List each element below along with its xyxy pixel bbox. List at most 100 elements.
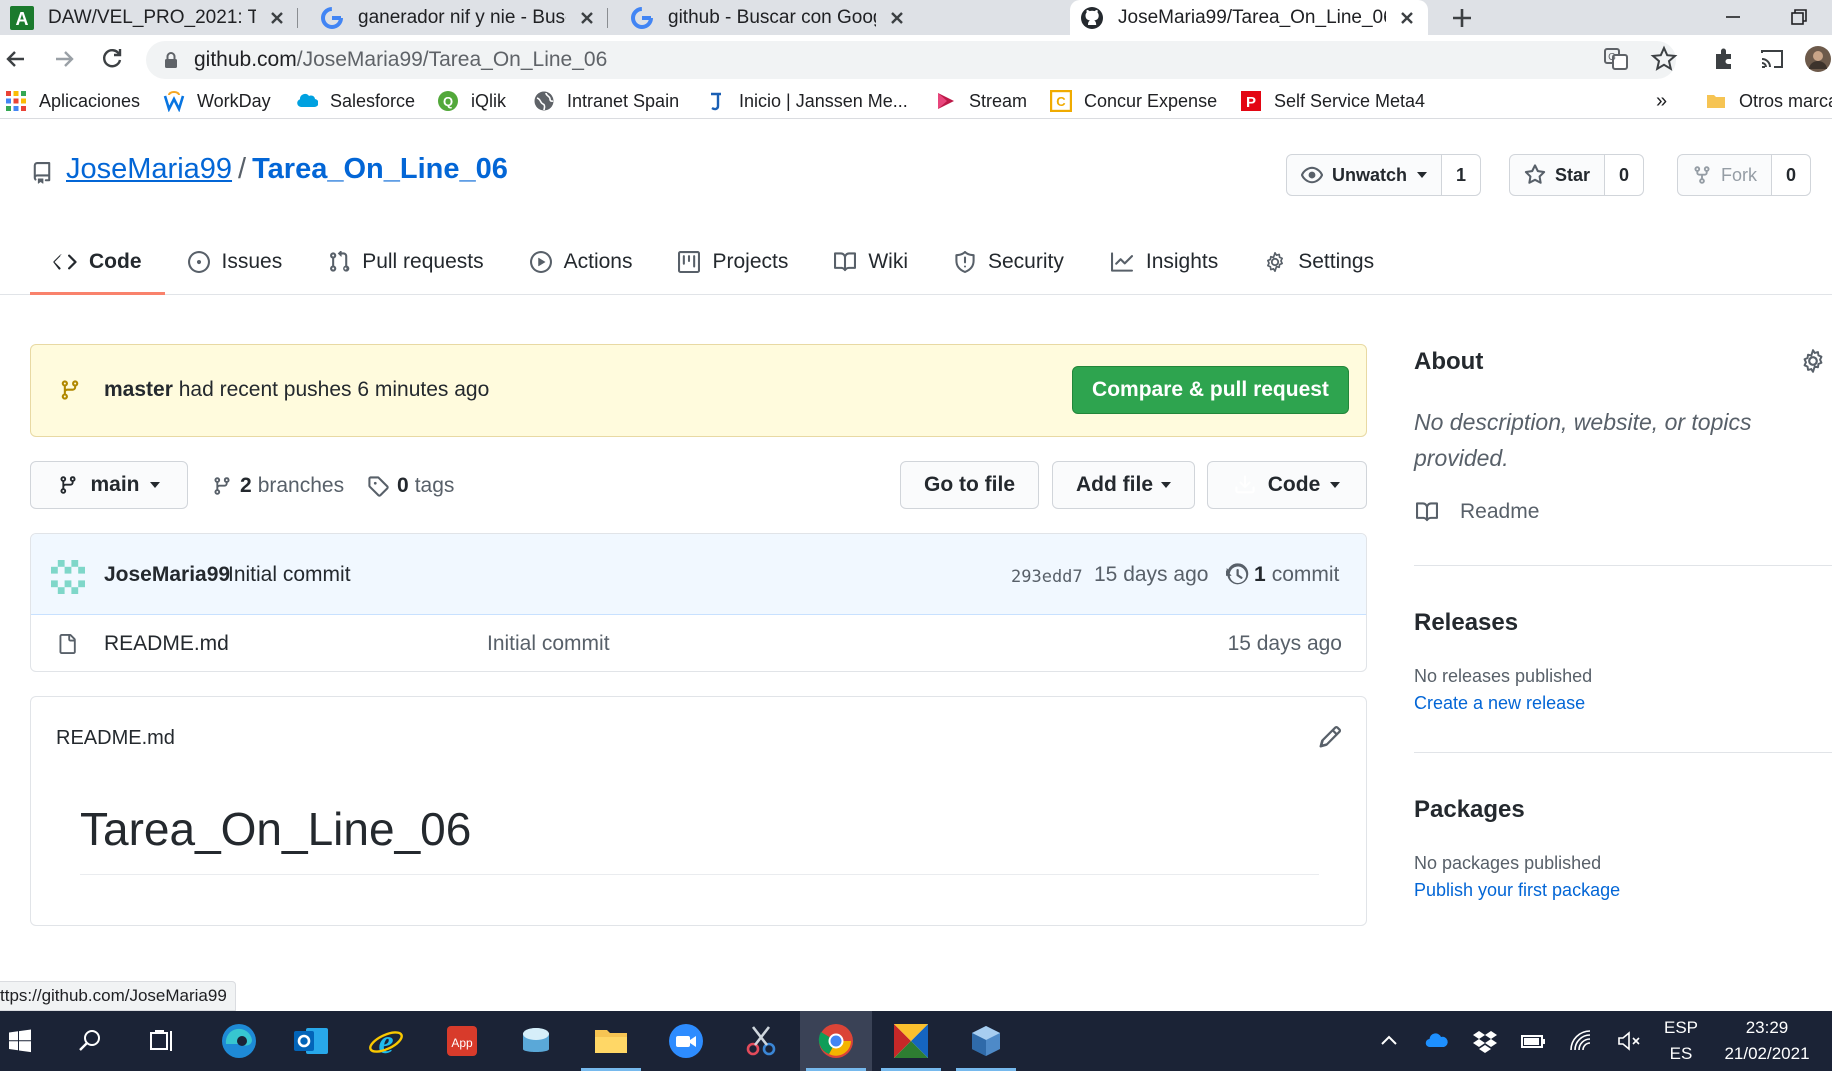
go-to-file-button[interactable]: Go to file [900,461,1039,509]
taskbar-snipping[interactable] [725,1011,797,1071]
address-bar[interactable]: github.com/JoseMaria99/Tarea_On_Line_06 [146,41,1676,79]
translate-icon[interactable]: G [1602,45,1630,73]
readme-sidebar-link[interactable]: Readme [1414,500,1539,524]
bookmark-salesforce[interactable]: Salesforce [296,87,415,115]
profile-avatar-icon[interactable] [1804,45,1832,73]
extensions-puzzle-icon[interactable] [1710,45,1738,73]
bookmark-workday[interactable]: WorkDay [163,87,271,115]
tab-actions[interactable]: Actions [507,230,656,294]
clock-time[interactable]: 23:29 [1712,1018,1822,1038]
onedrive-cloud-icon[interactable] [1424,1028,1450,1054]
input-language-bottom[interactable]: ES [1664,1044,1698,1064]
fork-button[interactable]: Fork [1678,155,1771,195]
new-tab-icon[interactable] [1448,4,1476,32]
repo-owner-link[interactable]: JoseMaria99 [66,153,232,185]
create-release-link[interactable]: Create a new release [1414,693,1585,714]
commit-sha-link[interactable]: 293edd7 [1011,567,1083,587]
lock-icon[interactable] [162,51,180,69]
commit-message-link[interactable]: Initial commit [228,563,351,587]
taskbar-mosaic-app[interactable] [875,1011,947,1071]
taskbar-edge[interactable] [203,1011,275,1071]
file-commit-message-link[interactable]: Initial commit [487,632,610,656]
repo-icon [33,162,51,184]
tab-wiki[interactable]: Wiki [811,230,931,294]
taskbar-virtualbox[interactable] [950,1011,1022,1071]
bookmarks-overflow-button[interactable]: » [1656,87,1667,115]
close-tab-icon[interactable] [1396,7,1418,29]
tab-settings[interactable]: Settings [1241,230,1397,294]
taskbar-zoom[interactable] [650,1011,722,1071]
taskbar-search[interactable] [54,1011,126,1071]
packages-heading[interactable]: Packages [1414,796,1525,824]
unwatch-button[interactable]: Unwatch [1287,155,1441,195]
repo-name-link[interactable]: Tarea_On_Line_06 [252,153,508,185]
restore-window-icon[interactable] [1786,4,1812,30]
tab-security[interactable]: Security [931,230,1087,294]
avatar[interactable] [51,560,85,594]
pencil-icon[interactable] [1318,725,1342,749]
bookmark-meta4[interactable]: P Self Service Meta4 [1240,87,1425,115]
qlik-icon: Q [438,91,458,111]
commit-author-link[interactable]: JoseMaria99 [104,563,230,587]
show-hidden-icons-chevron-icon[interactable] [1376,1028,1402,1054]
tags-link[interactable]: 0 tags [367,471,454,501]
browser-tab-github-repo[interactable]: JoseMaria99/Tarea_On_Line_06 [1070,0,1428,35]
tab-pull-requests[interactable]: Pull requests [305,230,506,294]
taskbar-storage[interactable] [500,1011,572,1071]
branches-link[interactable]: 2 branches [212,471,344,501]
taskbar-outlook[interactable] [275,1011,347,1071]
back-arrow-icon[interactable] [2,45,30,73]
minimize-icon[interactable] [1720,4,1746,30]
browser-tab-google-github[interactable]: github - Buscar con Google [620,0,918,35]
pushed-branch-name[interactable]: master [104,378,173,401]
branch-select-menu[interactable]: main [30,461,188,509]
battery-icon[interactable] [1520,1028,1546,1054]
compare-pull-request-button[interactable]: Compare & pull request [1072,366,1349,414]
tab-code[interactable]: Code [30,230,165,295]
releases-heading[interactable]: Releases [1414,609,1518,637]
bookmark-concur[interactable]: C Concur Expense [1050,87,1217,115]
wifi-icon[interactable] [1568,1028,1594,1054]
commit-history-link[interactable]: 1 commit [1226,560,1339,590]
close-tab-icon[interactable] [266,7,288,29]
close-tab-icon[interactable] [886,7,908,29]
taskbar-internet-explorer[interactable]: e [350,1011,422,1071]
input-language-top[interactable]: ESP [1664,1018,1698,1038]
taskbar-app-launcher[interactable]: App [426,1011,498,1071]
fork-count[interactable]: 0 [1771,155,1811,195]
bookmark-other[interactable]: Otros marcadores [1705,87,1832,115]
bookmark-aplicaciones[interactable]: Aplicaciones [5,87,140,115]
speaker-muted-icon[interactable] [1616,1028,1642,1054]
tab-insights[interactable]: Insights [1087,230,1241,294]
close-tab-icon[interactable] [576,7,598,29]
bookmark-intranet-spain[interactable]: Intranet Spain [533,87,679,115]
file-name-link[interactable]: README.md [104,632,229,656]
recent-push-banner: master had recent pushes 6 minutes ago C… [30,344,1367,437]
star-bookmark-icon[interactable] [1650,45,1678,73]
taskbar-file-explorer[interactable] [575,1011,647,1071]
forward-arrow-icon[interactable] [50,45,78,73]
star-count[interactable]: 0 [1604,155,1644,195]
taskbar-chrome[interactable] [800,1011,872,1071]
gear-icon[interactable] [1800,348,1826,374]
workday-icon [163,91,185,112]
star-button[interactable]: Star [1510,155,1604,195]
bookmark-janssen[interactable]: Inicio | Janssen Me... [705,87,908,115]
browser-tab-google-nif[interactable]: ganerador nif y nie - Buscar con Google [310,0,608,35]
tab-projects[interactable]: Projects [655,230,811,294]
watch-count[interactable]: 1 [1441,155,1481,195]
concur-icon: C [1050,90,1072,112]
bookmark-iqlik[interactable]: Q iQlik [437,87,506,115]
reload-icon[interactable] [98,45,126,73]
clock-date[interactable]: 21/02/2021 [1712,1044,1822,1064]
publish-package-link[interactable]: Publish your first package [1414,880,1620,901]
tab-issues[interactable]: Issues [165,230,306,294]
add-file-button[interactable]: Add file [1052,461,1195,509]
start-button[interactable] [0,1011,40,1071]
dropbox-icon[interactable] [1472,1028,1498,1054]
cast-icon[interactable] [1758,45,1786,73]
bookmark-stream[interactable]: Stream [935,87,1027,115]
code-download-button[interactable]: Code [1207,461,1367,509]
task-view-button[interactable] [126,1011,198,1071]
browser-tab-moodle[interactable]: A DAW/VEL_PRO_2021: Tarea online [0,0,298,35]
